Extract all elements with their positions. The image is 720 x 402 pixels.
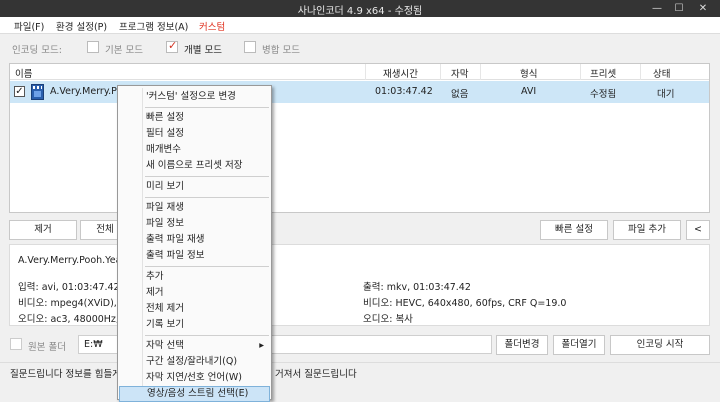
context-menu-item-label: 미리 보기 (146, 181, 184, 192)
menu-separator (145, 197, 269, 198)
menu-preferences[interactable]: 환경 설정(P) (56, 19, 107, 33)
col-subtitle[interactable]: 자막 (451, 66, 468, 80)
col-format[interactable]: 형식 (520, 66, 537, 80)
context-menu-item[interactable]: 전체 제거 (119, 301, 270, 317)
context-menu-item[interactable]: 출력 파일 재생 (119, 232, 270, 248)
context-menu-item[interactable]: 빠른 설정 (119, 110, 270, 126)
row-format: AVI (521, 86, 537, 97)
menu-separator (145, 266, 269, 267)
open-folder-button[interactable]: 폴더열기 (553, 335, 605, 355)
maximize-button[interactable]: ☐ (670, 1, 688, 16)
row-subtitle: 없음 (451, 89, 469, 100)
context-menu-item[interactable]: 기록 보기 (119, 317, 270, 333)
info-audio-out: 오디오: 복사 (363, 314, 413, 325)
menu-custom[interactable]: 커스텀 (199, 19, 225, 33)
video-file-icon (31, 84, 44, 100)
context-menu-item[interactable]: 자막 선택 ▸ (119, 338, 270, 354)
col-status[interactable]: 상태 (653, 66, 670, 80)
individual-mode-checkbox[interactable] (166, 39, 178, 53)
output-folder-path: E:₩ (84, 339, 103, 350)
basic-mode-label: 기본 모드 (105, 45, 143, 56)
context-menu-item[interactable]: '커스텀' 설정으로 변경 (119, 89, 270, 105)
col-name[interactable]: 이름 (15, 66, 32, 80)
submenu-arrow-icon: ▸ (259, 340, 264, 351)
context-menu-item-label: 출력 파일 재생 (146, 234, 205, 245)
context-menu-item[interactable]: 필터 설정 (119, 126, 270, 142)
minimize-button[interactable]: — (648, 1, 666, 16)
start-encoding-button[interactable]: 인코딩 시작 (610, 335, 710, 355)
context-menu-item-label: 추가 (146, 271, 164, 282)
change-folder-button[interactable]: 폴더변경 (496, 335, 548, 355)
row-duration: 01:03:47.42 (375, 86, 433, 97)
context-menu-item-label: 새 이름으로 프리셋 저장 (146, 160, 243, 171)
context-menu-item-label: 파일 정보 (146, 218, 184, 229)
context-menu-item-label: 제거 (146, 287, 164, 298)
col-preset[interactable]: 프리셋 (590, 66, 616, 80)
context-menu-item[interactable]: 파일 정보 (119, 216, 270, 232)
menu-file[interactable]: 파일(F) (14, 19, 44, 33)
menu-separator (145, 335, 269, 336)
context-menu-item-label: 기록 보기 (146, 319, 184, 330)
title-bar: 사나인코더 4.9 x64 - 수정됨 — ☐ ✕ (0, 0, 720, 17)
add-file-button[interactable]: 파일 추가 (613, 220, 681, 240)
merge-mode-checkbox[interactable] (244, 41, 256, 53)
info-video-in: 비디오: mpeg4(XViD), 64 (18, 298, 132, 309)
col-duration[interactable]: 재생시간 (383, 66, 418, 80)
context-menu-item[interactable]: 구간 설정/잘라내기(Q) (119, 354, 270, 370)
context-menu-item-label: 필터 설정 (146, 128, 184, 139)
source-folder-label: 원본 폴더 (28, 342, 66, 353)
context-menu-item[interactable]: 출력 파일 정보 (119, 248, 270, 264)
menu-about[interactable]: 프로그램 정보(A) (119, 19, 188, 33)
context-menu-item[interactable]: 제거 (119, 285, 270, 301)
context-menu-item-label: 영상/음성 스트림 선택(E) (147, 388, 249, 399)
table-row[interactable]: ✓ A.Very.Merry.Poo 01:03:47.42 없음 AVI 수정… (10, 81, 709, 103)
file-list[interactable]: 이름 재생시간 자막 형식 프리셋 상태 ✓ A.Very.Merry.Poo … (9, 63, 710, 213)
quick-settings-button[interactable]: 빠른 설정 (540, 220, 608, 240)
context-menu-item-label: 전체 제거 (146, 303, 184, 314)
menu-bar: 파일(F) 환경 설정(P) 프로그램 정보(A) 커스텀 (0, 17, 720, 34)
context-menu-item-label: 빠른 설정 (146, 112, 184, 123)
remove-button[interactable]: 제거 (9, 220, 77, 240)
menu-separator (145, 107, 269, 108)
row-preset: 수정됨 (590, 89, 617, 100)
context-menu-item[interactable]: 자막 지연/선호 언어(W) (119, 370, 270, 386)
row-status: 대기 (657, 89, 675, 100)
context-menu-item-label: 파일 재생 (146, 202, 184, 213)
context-menu-item[interactable]: 미리 보기 (119, 179, 270, 195)
context-menu: '커스텀' 설정으로 변경빠른 설정필터 설정매개변수새 이름으로 프리셋 저장… (117, 85, 272, 402)
menu-separator (145, 176, 269, 177)
encoding-mode-bar: 인코딩 모드: 기본 모드 개별 모드 병합 모드 (0, 34, 720, 62)
context-menu-item-label: 자막 지연/선호 언어(W) (146, 372, 242, 383)
context-menu-item[interactable]: 추가 (119, 269, 270, 285)
merge-mode-label: 병합 모드 (262, 45, 300, 56)
context-menu-item-label: 구간 설정/잘라내기(Q) (146, 356, 238, 367)
context-menu-item-label: 매개변수 (146, 144, 181, 155)
info-output: 출력: mkv, 01:03:47.42 (363, 282, 471, 293)
source-folder-checkbox[interactable] (10, 338, 22, 350)
context-menu-item[interactable]: 파일 재생 (119, 200, 270, 216)
context-menu-item[interactable]: 매개변수 (119, 142, 270, 158)
row-checkbox[interactable]: ✓ (14, 86, 25, 97)
status-bar: 질문드립니다 정보를 힘들게 거져서 질문드립니다 (0, 362, 720, 380)
status-text-right: 거져서 질문드립니다 (275, 369, 357, 380)
context-menu-item-label: 자막 선택 (146, 340, 184, 351)
file-info-panel: A.Very.Merry.Pooh.Year.2 입력: avi, 01:03:… (9, 244, 710, 326)
window-title: 사나인코더 4.9 x64 - 수정됨 (297, 6, 423, 17)
list-header: 이름 재생시간 자막 형식 프리셋 상태 (10, 64, 709, 80)
context-menu-item-label: '커스텀' 설정으로 변경 (146, 91, 236, 102)
info-video-out: 비디오: HEVC, 640x480, 60fps, CRF Q=19.0 (363, 298, 567, 309)
close-button[interactable]: ✕ (694, 1, 712, 16)
info-audio-in: 오디오: ac3, 48000Hz, 2c (18, 314, 134, 325)
individual-mode-label: 개별 모드 (184, 45, 222, 56)
status-text: 질문드립니다 정보를 힘들게 (10, 369, 121, 380)
collapse-button[interactable]: < (686, 220, 710, 240)
basic-mode-checkbox[interactable] (87, 41, 99, 53)
encoding-mode-label: 인코딩 모드: (12, 45, 62, 56)
context-menu-item[interactable]: 새 이름으로 프리셋 저장 (119, 158, 270, 174)
context-menu-item-label: 출력 파일 정보 (146, 250, 205, 261)
